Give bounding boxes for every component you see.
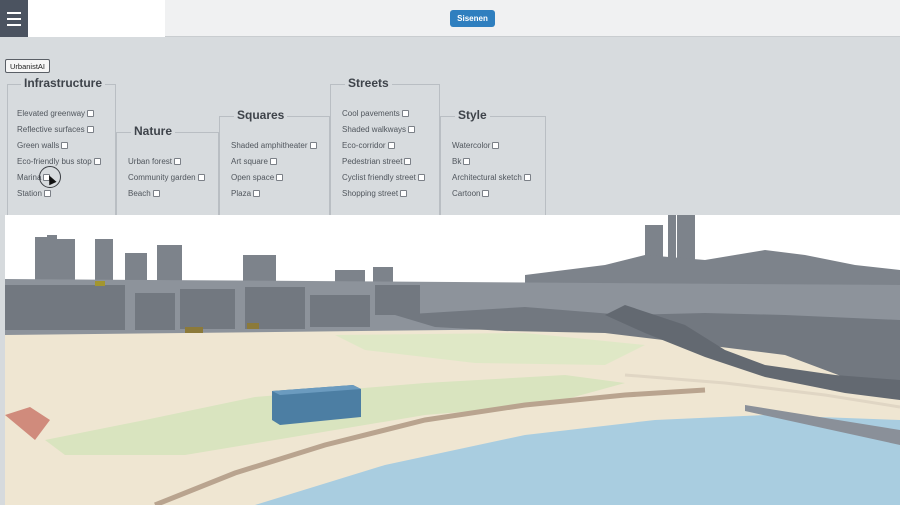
checkbox[interactable] (43, 190, 51, 197)
option-cyclist-friendly-street: Cyclist friendly street (342, 173, 425, 182)
menu-line (7, 11, 21, 14)
option-station: Station (17, 189, 51, 198)
option-architectural-sketch: Architectural sketch (452, 173, 531, 182)
option-elevated-greenway: Elevated greenway (17, 109, 95, 118)
checkbox[interactable] (408, 126, 416, 133)
checkbox[interactable] (482, 190, 490, 197)
checkbox[interactable] (309, 142, 317, 149)
option-label: Community garden (128, 173, 196, 182)
checkbox[interactable] (253, 190, 261, 197)
option-green-walls: Green walls (17, 141, 69, 150)
option-label: Pedestrian street (342, 157, 403, 166)
option-label: Urban forest (128, 157, 173, 166)
style-title: Style (455, 108, 490, 122)
option-label: Architectural sketch (452, 173, 522, 182)
option-watercolor: Watercolor (452, 141, 500, 150)
option-label: Plaza (231, 189, 252, 198)
checkbox[interactable] (387, 142, 395, 149)
checkbox[interactable] (492, 142, 500, 149)
option-bk: Bk (452, 157, 471, 166)
app-root: Sisenen UrbanistAI Infrastructure Elevat… (0, 0, 900, 505)
checkbox[interactable] (61, 142, 69, 149)
option-pedestrian-street: Pedestrian street (342, 157, 412, 166)
option-label: Shopping street (342, 189, 399, 198)
urbanistai-label[interactable]: UrbanistAI (5, 59, 51, 73)
option-label: Open space (231, 173, 275, 182)
streets-title: Streets (345, 76, 392, 90)
option-eco-friendly-bus-stop: Eco-friendly bus stop (17, 157, 101, 166)
title-area (28, 0, 165, 37)
checkbox[interactable] (463, 158, 471, 165)
checkbox[interactable] (417, 174, 425, 181)
map-canvas (5, 215, 900, 505)
building-accent (247, 323, 259, 329)
option-label: Art square (231, 157, 268, 166)
infrastructure-title: Infrastructure (21, 76, 106, 90)
option-open-space: Open space (231, 173, 284, 182)
checkbox[interactable] (276, 174, 284, 181)
checkbox[interactable] (86, 126, 94, 133)
sisenen-button[interactable]: Sisenen (450, 10, 495, 27)
option-label: Green walls (17, 141, 60, 150)
building-accent (185, 327, 203, 333)
checkbox[interactable] (197, 174, 205, 181)
menu-line (7, 17, 21, 20)
option-label: Cool pavements (342, 109, 400, 118)
building-accent (95, 281, 105, 286)
option-art-square: Art square (231, 157, 277, 166)
nature-title: Nature (131, 124, 176, 138)
option-label: Marina (17, 173, 42, 182)
option-cool-pavements: Cool pavements (342, 109, 409, 118)
hamburger-menu-icon[interactable] (0, 0, 28, 37)
checkbox[interactable] (400, 190, 408, 197)
option-label: Reflective surfaces (17, 125, 85, 134)
option-label: Beach (128, 189, 151, 198)
checkbox[interactable] (93, 158, 101, 165)
option-label: Eco-friendly bus stop (17, 157, 92, 166)
option-label: Cyclist friendly street (342, 173, 416, 182)
checkbox[interactable] (87, 110, 95, 117)
option-label: Bk (452, 157, 462, 166)
top-bar: Sisenen (0, 0, 900, 37)
checkbox[interactable] (401, 110, 409, 117)
option-shopping-street: Shopping street (342, 189, 408, 198)
option-beach: Beach (128, 189, 160, 198)
squares-title: Squares (234, 108, 288, 122)
option-reflective-surfaces: Reflective surfaces (17, 125, 94, 134)
option-label: Watercolor (452, 141, 491, 150)
option-cartoon: Cartoon (452, 189, 490, 198)
checkbox[interactable] (523, 174, 531, 181)
option-community-garden: Community garden (128, 173, 205, 182)
option-label: Shaded amphitheater (231, 141, 308, 150)
option-shaded-walkways: Shaded walkways (342, 125, 416, 134)
checkbox[interactable] (269, 158, 277, 165)
option-plaza: Plaza (231, 189, 261, 198)
option-shaded-amphitheater: Shaded amphitheater (231, 141, 317, 150)
option-label: Shaded walkways (342, 125, 407, 134)
checkbox[interactable] (152, 190, 160, 197)
option-urban-forest: Urban forest (128, 157, 182, 166)
3d-city-map[interactable] (5, 215, 900, 505)
menu-line (7, 23, 21, 26)
checkbox[interactable] (404, 158, 412, 165)
checkbox[interactable] (174, 158, 182, 165)
option-label: Cartoon (452, 189, 481, 198)
option-label: Station (17, 189, 42, 198)
option-label: Eco-corridor (342, 141, 386, 150)
option-eco-corridor: Eco-corridor (342, 141, 395, 150)
option-label: Elevated greenway (17, 109, 86, 118)
